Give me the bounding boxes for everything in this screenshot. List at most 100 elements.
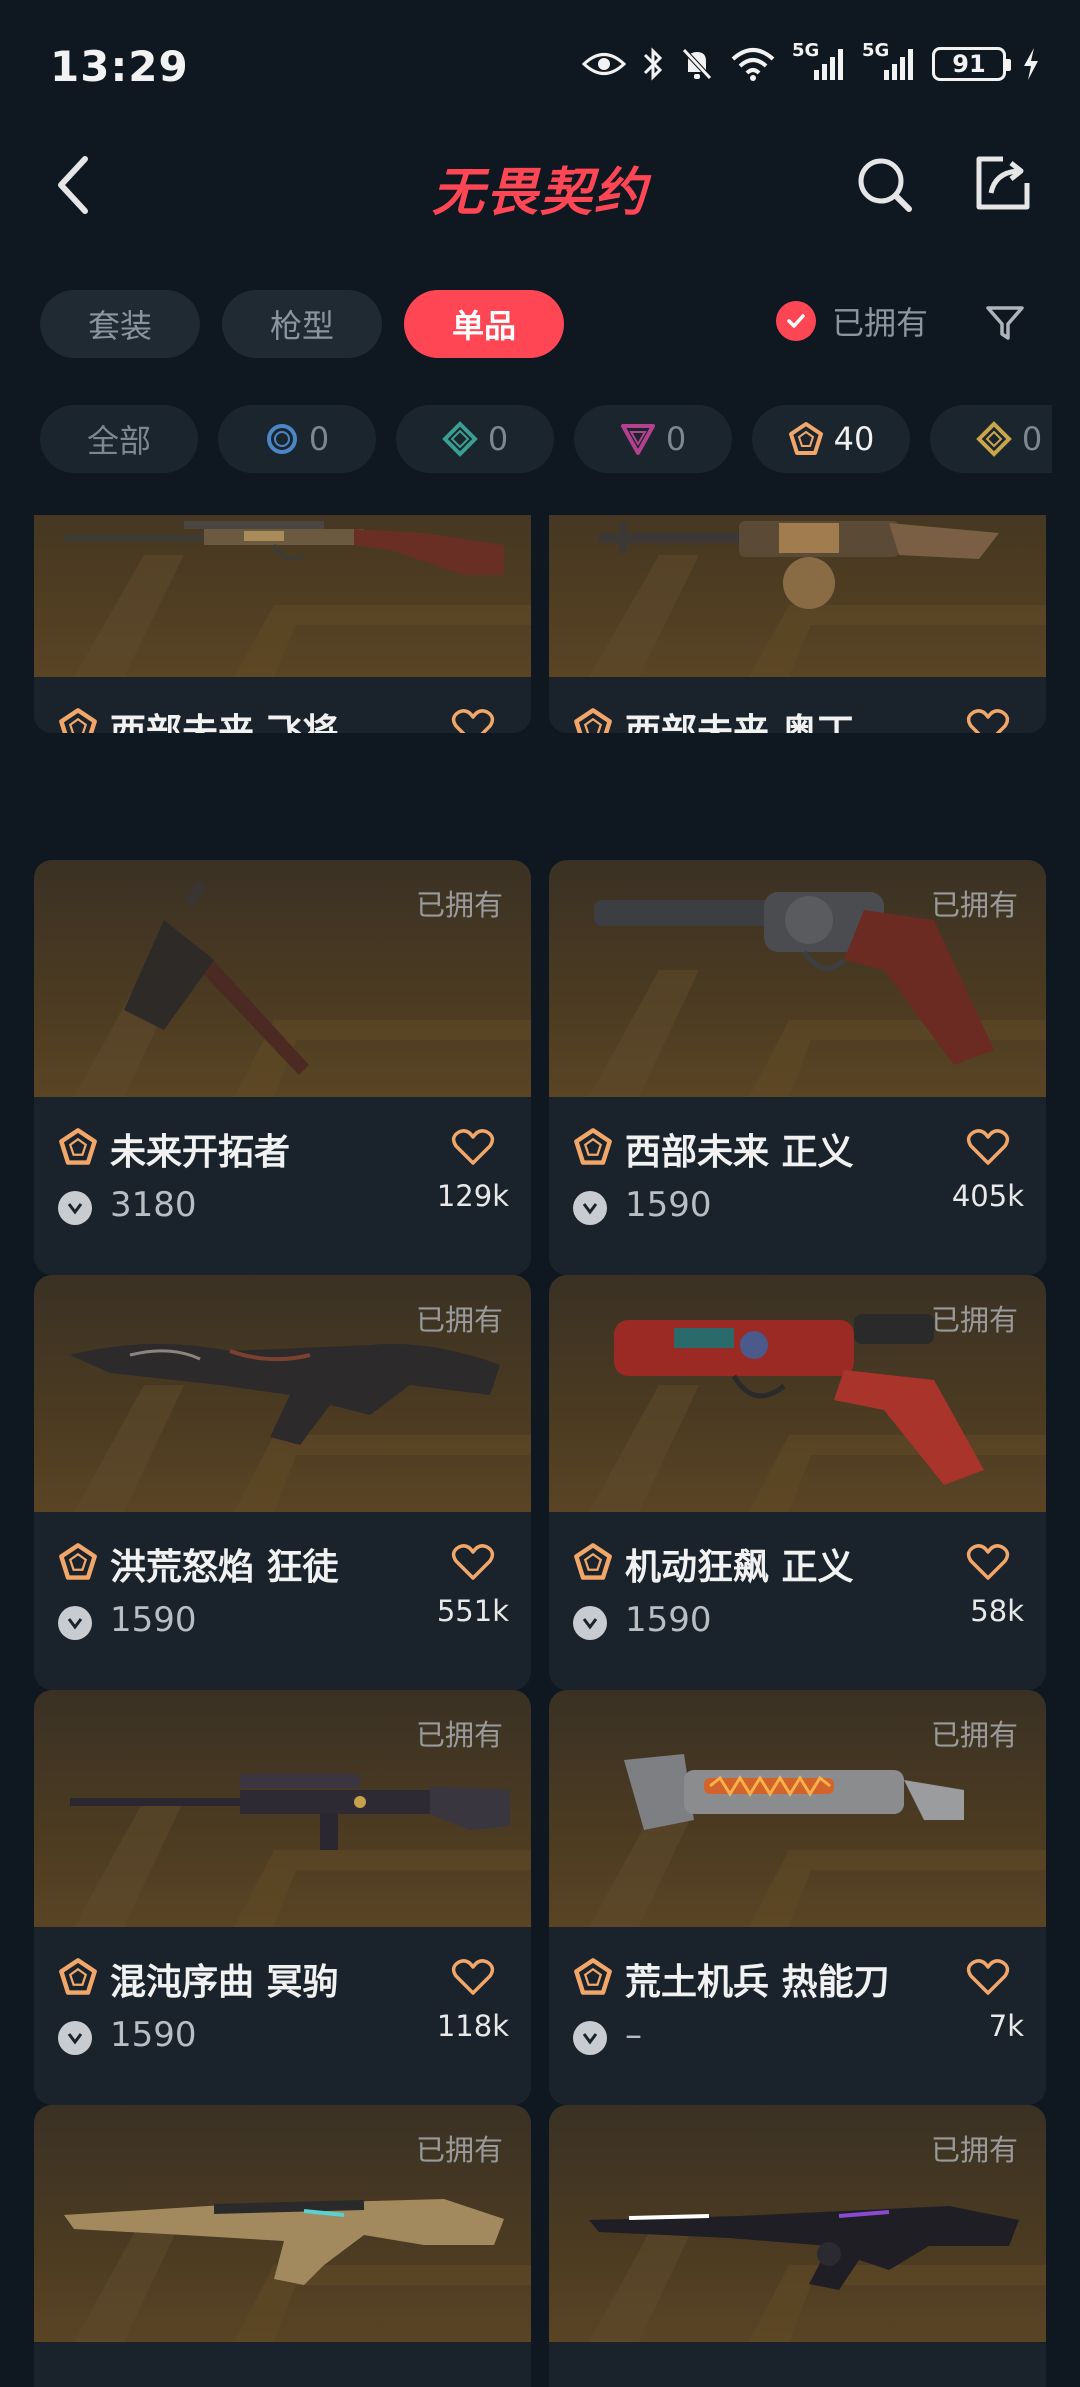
skin-info: 未来开拓者 3180 129k xyxy=(34,1097,531,1275)
gold-rifle-weapon xyxy=(64,2199,504,2285)
tier-chip-premium[interactable]: 0 xyxy=(574,405,732,473)
app-header: 无畏契约 xyxy=(0,130,1080,240)
cell-signal-2-icon: 5G xyxy=(862,40,916,82)
tier-chip-deluxe[interactable]: 0 xyxy=(396,405,554,473)
charging-icon xyxy=(1022,47,1040,81)
tier-chip-select[interactable]: 0 xyxy=(218,405,376,473)
skin-card[interactable]: 已拥有 xyxy=(549,2105,1046,2387)
skin-grid[interactable]: 西部未来 飞将 1590 163k 西部未来 奥丁 1590 139k 已拥有 xyxy=(34,515,1046,2387)
owned-tag: 已拥有 xyxy=(415,1303,503,1337)
skin-name: 机动狂飙 正义 xyxy=(625,1547,854,1588)
search-button[interactable] xyxy=(850,150,920,220)
skin-image: 已拥有 xyxy=(549,1690,1046,1927)
tier-chip-scroller[interactable]: 全部 0 0 0 40 0 xyxy=(0,405,1052,475)
skin-card[interactable]: 西部未来 飞将 1590 163k xyxy=(34,515,531,733)
deluxe-tier-icon xyxy=(441,421,478,457)
owned-tag: 已拥有 xyxy=(415,2133,503,2167)
skin-card[interactable]: 已拥有 未来开拓者 3180 129k xyxy=(34,860,531,1275)
skin-info: 西部未来 正义 1590 405k xyxy=(549,1097,1046,1275)
tier-chip-exclusive[interactable]: 40 xyxy=(752,405,910,473)
type-tabs: 套装 枪型 单品 xyxy=(40,290,564,358)
owned-filter-label: 已拥有 xyxy=(832,304,929,342)
owned-tag: 已拥有 xyxy=(930,2133,1018,2167)
clock: 13:29 xyxy=(50,42,189,91)
filter-button[interactable] xyxy=(980,298,1030,348)
exclusive-tier-icon xyxy=(574,1128,612,1165)
skin-card[interactable]: 已拥有 机动狂飙 正义 1590 58k xyxy=(549,1275,1046,1690)
skin-info: 混沌序曲 冥驹 1590 118k xyxy=(34,1927,531,2105)
skin-name: 混沌序曲 冥驹 xyxy=(110,1962,339,2003)
share-button[interactable] xyxy=(968,148,1038,218)
heart-icon[interactable] xyxy=(451,1127,495,1167)
heart-icon[interactable] xyxy=(451,707,495,733)
search-icon xyxy=(858,158,912,212)
tier-chip-all-label: 全部 xyxy=(86,422,151,460)
skin-info: 西部未来 飞将 1590 163k xyxy=(34,677,531,733)
skin-image: 已拥有 xyxy=(549,1275,1046,1512)
skin-card[interactable]: 已拥有 混沌序曲 冥驹 1590 118k xyxy=(34,1690,531,2105)
battery-level: 91 xyxy=(952,50,986,78)
tier-chip-count: 0 xyxy=(487,420,509,458)
eye-icon xyxy=(582,49,626,79)
owned-tag: 已拥有 xyxy=(415,888,503,922)
skin-name: 荒土机兵 热能刀 xyxy=(625,1962,890,2003)
dragon-rifle-weapon xyxy=(70,1343,500,1445)
skin-name: 西部未来 奥丁 xyxy=(625,712,854,733)
skin-likes: 58k xyxy=(970,1594,1024,1628)
skin-name: 西部未来 飞将 xyxy=(110,712,339,733)
tier-chip-count: 0 xyxy=(308,420,330,458)
heart-icon[interactable] xyxy=(451,1957,495,1997)
tier-chips: 全部 0 0 0 40 0 xyxy=(40,405,1052,473)
vp-currency-icon xyxy=(573,1191,607,1225)
status-bar: 13:29 5G 5G 91 xyxy=(0,0,1080,130)
heart-icon[interactable] xyxy=(966,707,1010,733)
black-rifle-weapon xyxy=(589,2206,1019,2290)
exclusive-tier-icon xyxy=(788,422,823,455)
sniper-weapon xyxy=(70,1774,510,1850)
heart-icon[interactable] xyxy=(451,1542,495,1582)
mute-bell-icon xyxy=(680,46,714,82)
skin-card[interactable]: 已拥有 洪荒怒焰 狂徒 1590 551k xyxy=(34,1275,531,1690)
exclusive-tier-icon xyxy=(59,1958,97,1995)
skin-card[interactable]: 西部未来 奥丁 1590 139k xyxy=(549,515,1046,733)
tab-single-item[interactable]: 单品 xyxy=(404,290,564,358)
heart-icon[interactable] xyxy=(966,1127,1010,1167)
bluetooth-icon xyxy=(642,46,664,82)
tab-bundle[interactable]: 套装 xyxy=(40,290,200,358)
skin-card[interactable]: 已拥有 xyxy=(34,2105,531,2387)
skin-likes: 129k xyxy=(436,1179,509,1213)
skin-image xyxy=(549,515,1046,677)
owned-tag: 已拥有 xyxy=(930,1718,1018,1752)
share-icon xyxy=(976,156,1030,210)
premium-tier-icon xyxy=(620,424,655,455)
axe-weapon xyxy=(124,880,309,1075)
tier-chip-count: 40 xyxy=(833,420,875,458)
skin-likes: 118k xyxy=(436,2009,509,2043)
owned-filter-toggle[interactable]: 已拥有 xyxy=(776,298,928,344)
tier-chip-ultra[interactable]: 0 xyxy=(930,405,1052,473)
network-type-2: 5G xyxy=(862,40,890,61)
skin-info: 机动狂飙 正义 1590 58k xyxy=(549,1512,1046,1690)
tab-weapon-type[interactable]: 枪型 xyxy=(222,290,382,358)
skin-card[interactable]: 已拥有 西部未来 正义 1590 405k xyxy=(549,860,1046,1275)
skin-price: 3180 xyxy=(110,1185,197,1225)
skin-image: 已拥有 xyxy=(549,860,1046,1097)
network-type-1: 5G xyxy=(792,40,820,61)
exclusive-tier-icon xyxy=(574,1958,612,1995)
status-icons: 5G 5G 91 xyxy=(582,40,1040,82)
heavy-mg-weapon xyxy=(599,521,999,609)
exclusive-tier-icon xyxy=(59,1128,97,1165)
skin-info: 洪荒怒焰 狂徒 1590 551k xyxy=(34,1512,531,1690)
heart-icon[interactable] xyxy=(966,1542,1010,1582)
battery-icon: 91 xyxy=(932,47,1011,81)
tier-chip-all[interactable]: 全部 xyxy=(40,405,198,473)
skin-image: 已拥有 xyxy=(34,1690,531,1927)
vp-currency-icon xyxy=(58,2021,92,2055)
owned-tag: 已拥有 xyxy=(415,1718,503,1752)
skin-price: 1590 xyxy=(625,1600,712,1640)
tier-chip-count: 0 xyxy=(1021,420,1043,458)
heart-icon[interactable] xyxy=(966,1957,1010,1997)
skin-card[interactable]: 已拥有 荒土机兵 热能刀 – 7k xyxy=(549,1690,1046,2105)
exclusive-tier-icon xyxy=(574,708,612,733)
cell-signal-1-icon: 5G xyxy=(792,40,846,82)
